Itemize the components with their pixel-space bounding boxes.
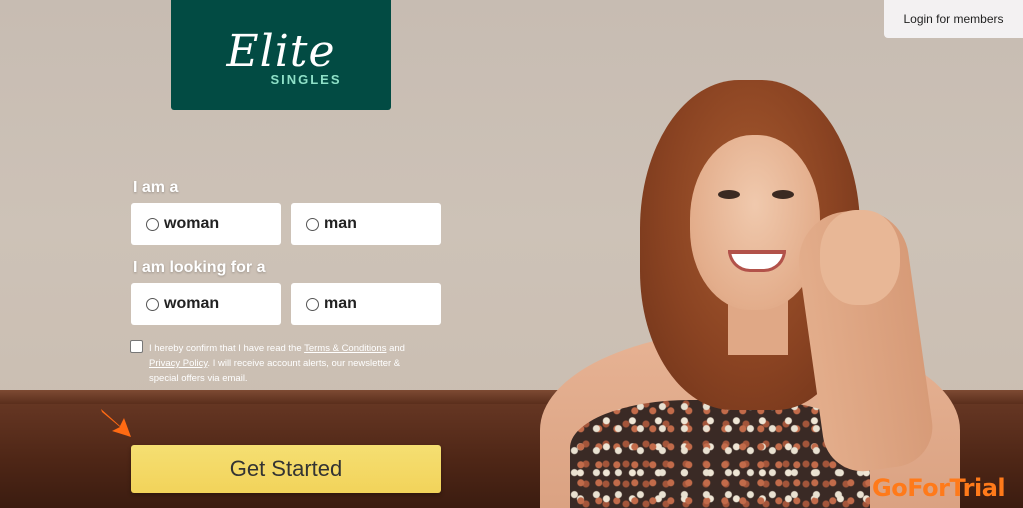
consent-text: I hereby confirm that I have read the Te…: [149, 341, 429, 386]
elite-singles-logo[interactable]: Elite SINGLES: [171, 0, 391, 110]
looking-for-man-option[interactable]: man: [291, 283, 441, 325]
option-label: woman: [164, 215, 220, 232]
photo-eye-right: [772, 190, 794, 199]
photo-eye-left: [718, 190, 740, 199]
i-am-man-option[interactable]: man: [291, 203, 441, 245]
photo-face: [690, 135, 820, 310]
radio-icon[interactable]: [146, 297, 159, 311]
gofortrial-watermark: GoForTrial: [872, 474, 1006, 502]
consent-checkbox[interactable]: [130, 340, 143, 353]
radio-icon[interactable]: [146, 217, 159, 231]
looking-for-label: I am looking for a: [133, 259, 266, 276]
hero-photo-woman: [480, 60, 1023, 508]
looking-for-woman-option[interactable]: woman: [131, 283, 281, 325]
login-for-members-button[interactable]: Login for members: [884, 0, 1023, 38]
i-am-woman-option[interactable]: woman: [131, 203, 281, 245]
logo-subtitle: SINGLES: [270, 71, 342, 87]
consent-text-part: and: [386, 343, 405, 354]
get-started-button[interactable]: Get Started: [131, 445, 441, 493]
option-label: man: [324, 215, 357, 232]
i-am-label: I am a: [133, 179, 179, 196]
consent-text-part: I hereby confirm that I have read the: [149, 343, 305, 354]
privacy-policy-link[interactable]: Privacy Policy: [149, 358, 207, 369]
radio-icon[interactable]: [306, 217, 319, 231]
photo-smile: [728, 250, 786, 272]
option-label: man: [324, 295, 357, 312]
option-label: woman: [164, 295, 220, 312]
photo-hand: [820, 210, 900, 305]
terms-link[interactable]: Terms & Conditions: [304, 343, 386, 354]
logo-wordmark: Elite: [226, 25, 336, 77]
arrow-down-right-icon: [101, 409, 131, 437]
radio-icon[interactable]: [306, 297, 319, 311]
